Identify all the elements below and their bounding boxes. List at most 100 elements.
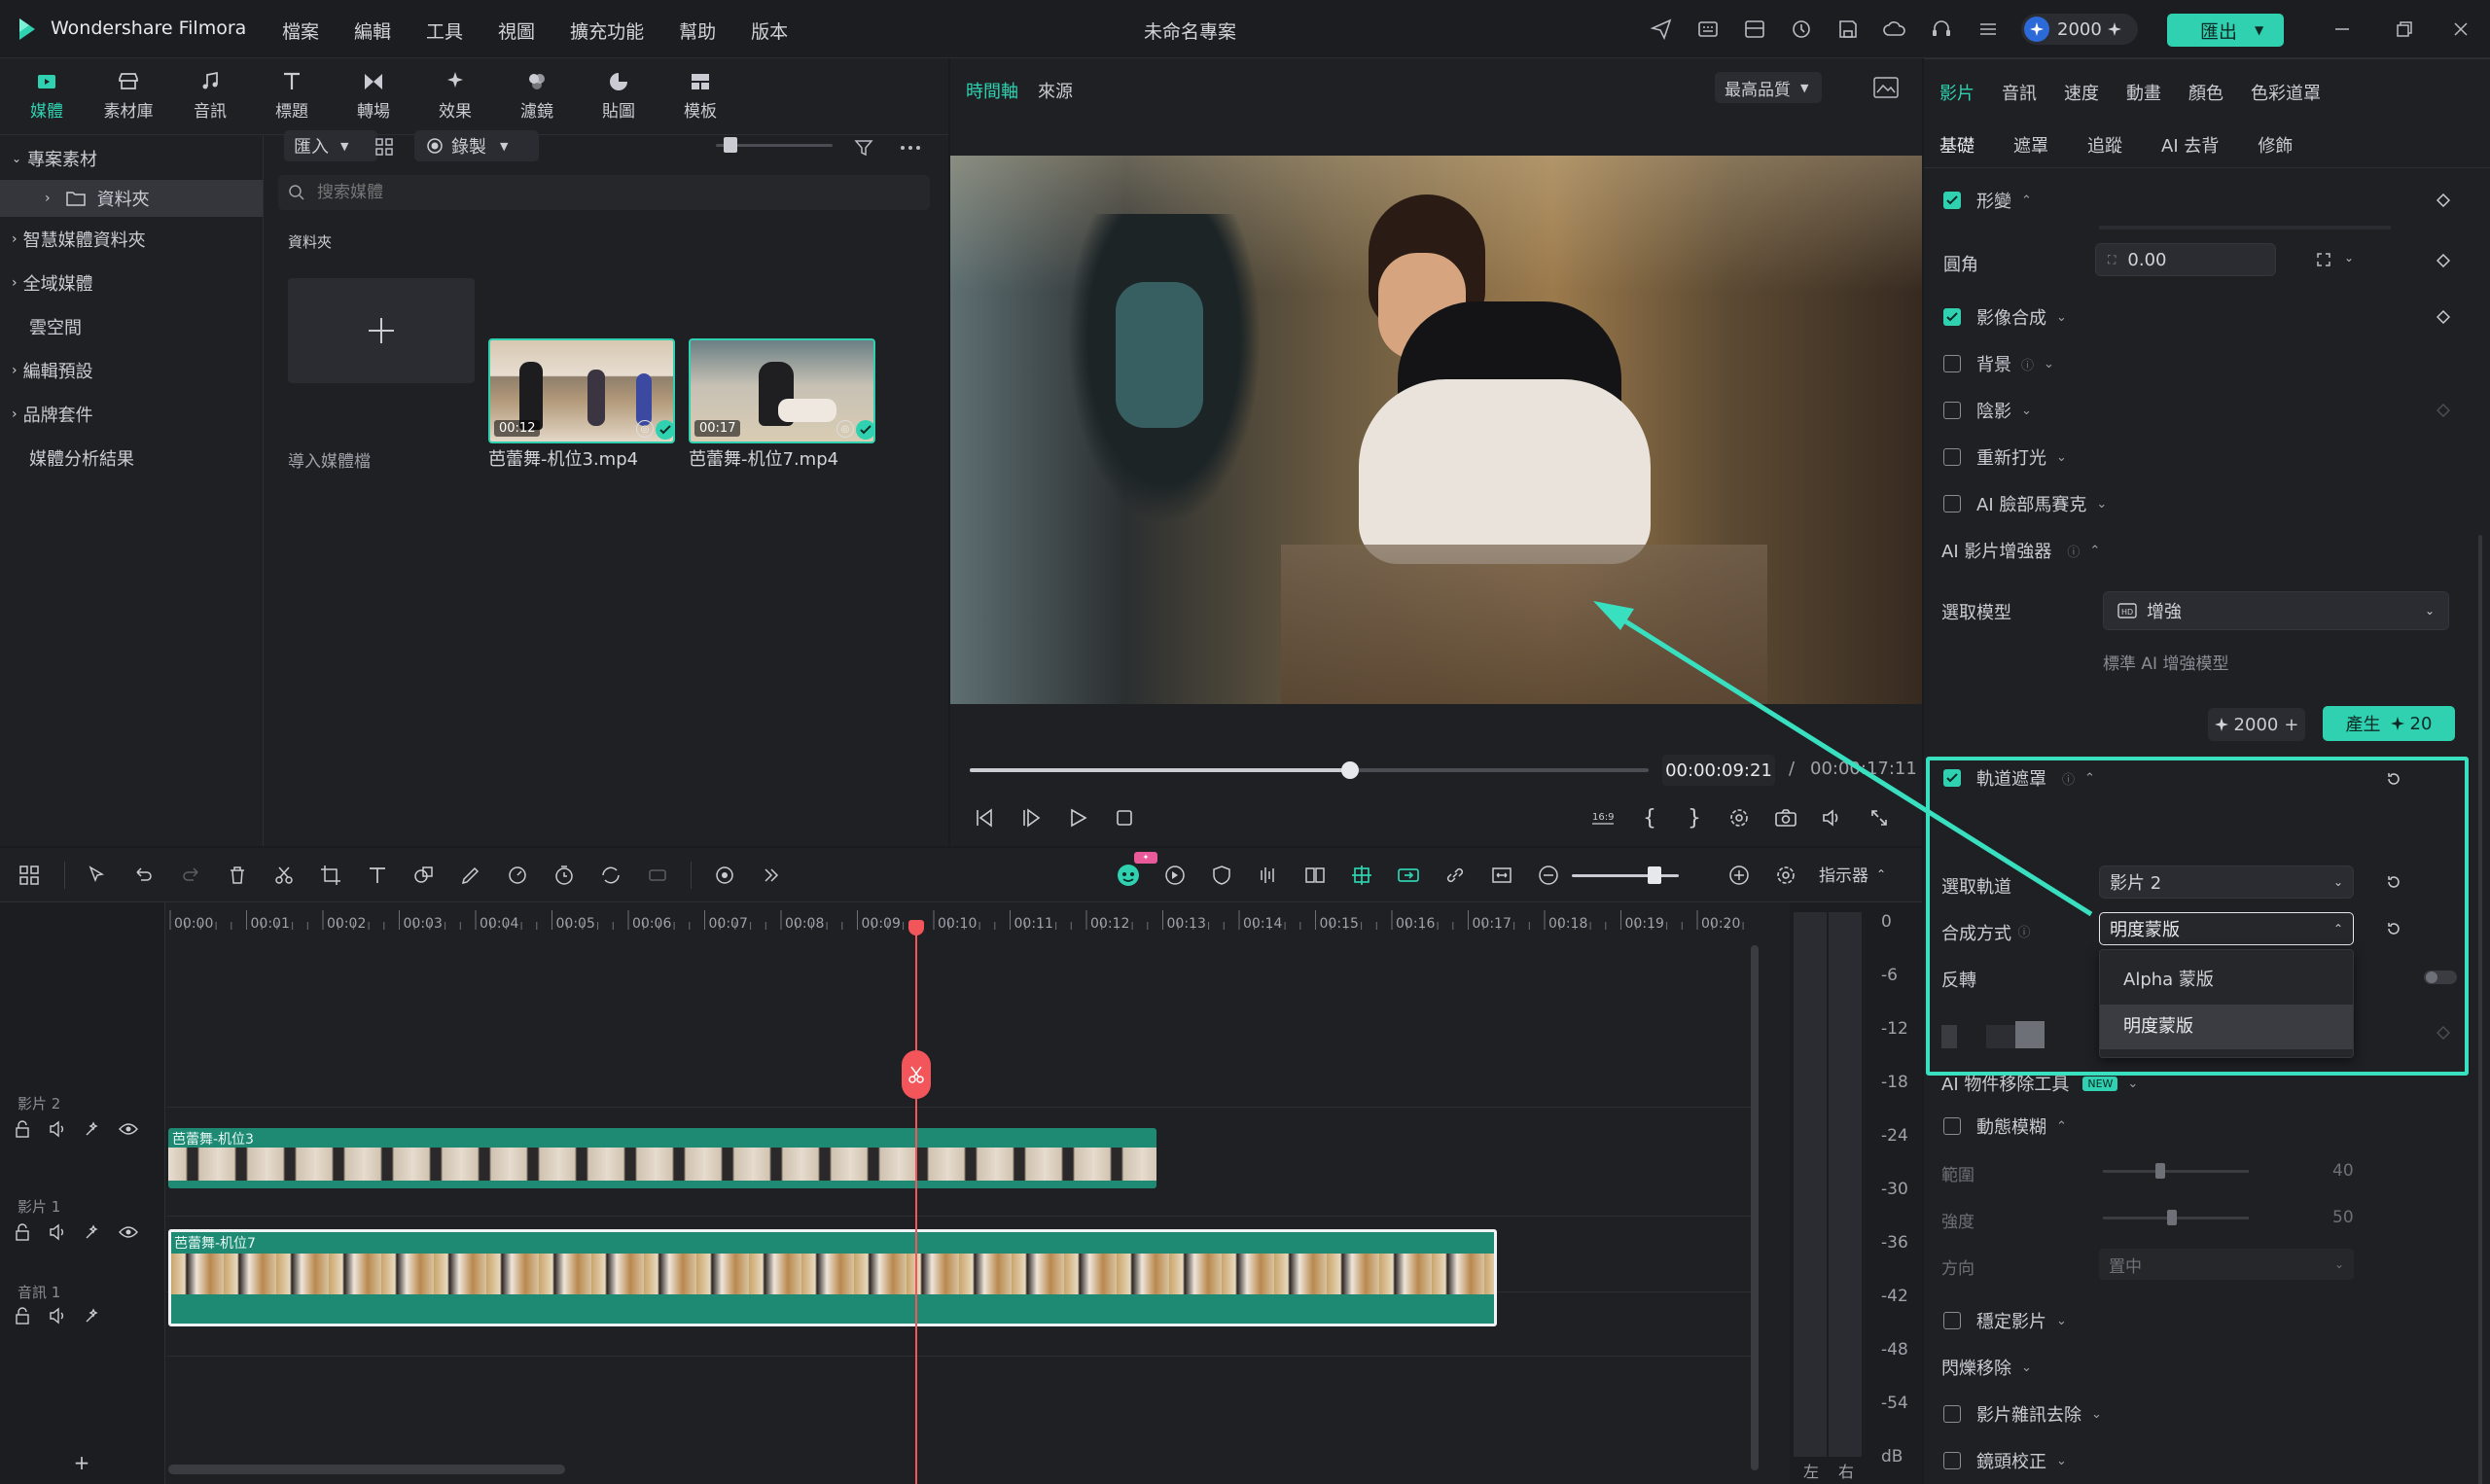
sidebar-item-smart-folder[interactable]: › 智慧媒體資料夾 — [0, 217, 263, 261]
layout-icon[interactable] — [1743, 18, 1766, 41]
tab-5[interactable]: 色彩道罩 — [2251, 80, 2321, 105]
more-icon[interactable] — [897, 136, 924, 159]
video-preview[interactable] — [950, 156, 1922, 704]
freeze-icon[interactable] — [644, 862, 671, 889]
denoise-checkbox[interactable] — [1943, 1405, 1961, 1423]
tab-1[interactable]: 音訊 — [2002, 80, 2037, 105]
cloud-icon[interactable] — [1883, 18, 1906, 41]
play-icon[interactable] — [1063, 803, 1092, 832]
motion-blur-section[interactable]: 動態模糊 ⌃ — [1924, 1103, 2469, 1149]
menu-item-alpha-mask[interactable]: Alpha 蒙版 — [2100, 958, 2353, 1003]
sidebar-item-global-media[interactable]: › 全域媒體 — [0, 261, 263, 304]
shadow-checkbox[interactable] — [1943, 402, 1961, 419]
volume-icon[interactable] — [1818, 803, 1847, 832]
relight-section[interactable]: 重新打光 ⌄ — [1924, 434, 2469, 480]
media-clip-1[interactable]: 00:12 ◎ — [488, 338, 675, 443]
background-checkbox[interactable] — [1943, 355, 1961, 372]
subtab-2[interactable]: 追蹤 — [2087, 132, 2122, 158]
face-mosaic-section[interactable]: AI 臉部馬賽克 ⌄ — [1924, 480, 2469, 527]
menu-item-3[interactable]: 視圖 — [498, 18, 535, 44]
record-dropdown[interactable]: 錄製 ▼ — [414, 130, 539, 161]
help-icon[interactable]: ⓘ — [2015, 922, 2033, 940]
crop-icon[interactable] — [317, 862, 344, 889]
tab-4[interactable]: 顏色 — [2188, 80, 2223, 105]
lock-icon[interactable] — [14, 1120, 31, 1138]
import-dropdown[interactable]: 匯入 ▼ — [284, 130, 377, 161]
magic-icon[interactable] — [84, 1120, 101, 1138]
sidebar-item-cloud[interactable]: 雲空間 — [0, 304, 263, 348]
time-ruler[interactable]: 00:00 00:01 00:02 00:03 00:04 00:05 00:06 00:07… — [166, 902, 1752, 941]
lens-section[interactable]: 鏡頭校正 ⌄ — [1924, 1437, 2469, 1484]
tab-3[interactable]: 動畫 — [2126, 80, 2161, 105]
stabilize-checkbox[interactable] — [1943, 1312, 1961, 1329]
reset-icon[interactable] — [2383, 918, 2404, 939]
invert-toggle[interactable] — [2424, 971, 2457, 984]
playhead-line[interactable] — [915, 932, 917, 1484]
export-button[interactable]: 匯出 ▼ — [2167, 14, 2284, 47]
search-input[interactable] — [317, 183, 901, 202]
track-mask-checkbox[interactable] — [1943, 769, 1961, 787]
zoom-in-icon[interactable] — [1725, 862, 1753, 889]
menu-item-6[interactable]: 版本 — [751, 18, 788, 44]
tool-store[interactable]: 素材庫 — [88, 62, 169, 128]
ai-remover-section[interactable]: AI 物件移除工具 NEW ⌄ — [1924, 1060, 2469, 1107]
timeline-v-scrollbar[interactable] — [1751, 945, 1759, 1470]
range-slider[interactable] — [2103, 1170, 2249, 1173]
previous-frame-icon[interactable] — [970, 803, 999, 832]
composite-section[interactable]: 影像合成 ⌄ — [1924, 294, 2469, 340]
tool-sticker[interactable]: 貼圖 — [578, 62, 659, 128]
import-media-tile[interactable] — [288, 278, 475, 383]
generate-button[interactable]: 產生 20 — [2323, 706, 2455, 741]
playback-handle[interactable] — [1340, 761, 1359, 779]
next-frame-icon[interactable] — [1016, 803, 1046, 832]
auto-ripple-icon[interactable] — [1395, 862, 1422, 889]
speed-ramp-icon[interactable] — [1161, 862, 1189, 889]
lock-icon[interactable] — [14, 1223, 31, 1241]
timer-icon[interactable] — [1790, 18, 1813, 41]
snapshot-view-icon[interactable] — [1872, 76, 1900, 99]
track-dropdown[interactable]: 影片 2 ⌄ — [2099, 866, 2354, 899]
mark-out-icon[interactable]: } — [1680, 803, 1709, 832]
menu-item-4[interactable]: 擴充功能 — [570, 18, 644, 44]
corner-input[interactable]: ⛶ 0.00 — [2095, 243, 2276, 276]
cut-icon[interactable] — [270, 862, 298, 889]
menu-item-1[interactable]: 編輯 — [354, 18, 391, 44]
color-swatch-dark[interactable] — [1941, 1025, 1957, 1048]
playhead-head[interactable] — [908, 920, 924, 936]
lens-checkbox[interactable] — [1943, 1452, 1961, 1469]
minimize-icon[interactable] — [2330, 18, 2354, 41]
zoom-slider-handle[interactable] — [1648, 866, 1661, 884]
help-icon[interactable]: ⓘ — [2062, 769, 2075, 788]
slider-handle[interactable] — [724, 137, 737, 153]
magnet-snap-icon[interactable] — [1348, 862, 1375, 889]
timeline-settings-icon[interactable] — [1772, 862, 1799, 889]
add-track-icon[interactable]: + — [72, 1451, 91, 1474]
composite-checkbox[interactable] — [1943, 308, 1961, 326]
strength-slider-handle[interactable] — [2167, 1210, 2177, 1225]
subtab-0[interactable]: 基礎 — [1939, 132, 1974, 158]
denoise-section[interactable]: 影片雜訊去除 ⌄ — [1924, 1391, 2469, 1437]
subtab-1[interactable]: 遮罩 — [2013, 132, 2048, 158]
zoom-out-icon[interactable] — [1535, 862, 1562, 889]
tab-source[interactable]: 來源 — [1038, 78, 1073, 103]
chevron-down-icon[interactable]: ⌄ — [2344, 251, 2354, 265]
transform-section[interactable]: 形變 ⌃ — [1924, 177, 2469, 224]
range-slider-handle[interactable] — [2155, 1163, 2165, 1179]
magic-icon[interactable] — [84, 1307, 101, 1325]
relight-checkbox[interactable] — [1943, 448, 1961, 466]
tool-effects[interactable]: 效果 — [414, 62, 496, 128]
keyframe-icon[interactable] — [2434, 191, 2453, 210]
timeline-h-scrollbar[interactable] — [168, 1465, 565, 1474]
color-swatch-light[interactable] — [2015, 1021, 2045, 1048]
tool-template[interactable]: 模板 — [659, 62, 741, 128]
keyframe-icon[interactable] — [2434, 251, 2453, 270]
flicker-section[interactable]: 閃爍移除 ⌄ — [1924, 1344, 2469, 1391]
tool-filter[interactable]: 濾鏡 — [496, 62, 578, 128]
media-clip-2[interactable]: 00:17 ◎ — [689, 338, 875, 443]
sidebar-item-brand-kit[interactable]: › 品牌套件 — [0, 392, 263, 436]
tool-music[interactable]: 音訊 — [169, 62, 251, 128]
menu-item-5[interactable]: 幫助 — [679, 18, 716, 44]
tool-title[interactable]: 標題 — [251, 62, 333, 128]
support-icon[interactable] — [1930, 18, 1953, 41]
menu-item-2[interactable]: 工具 — [426, 18, 463, 44]
